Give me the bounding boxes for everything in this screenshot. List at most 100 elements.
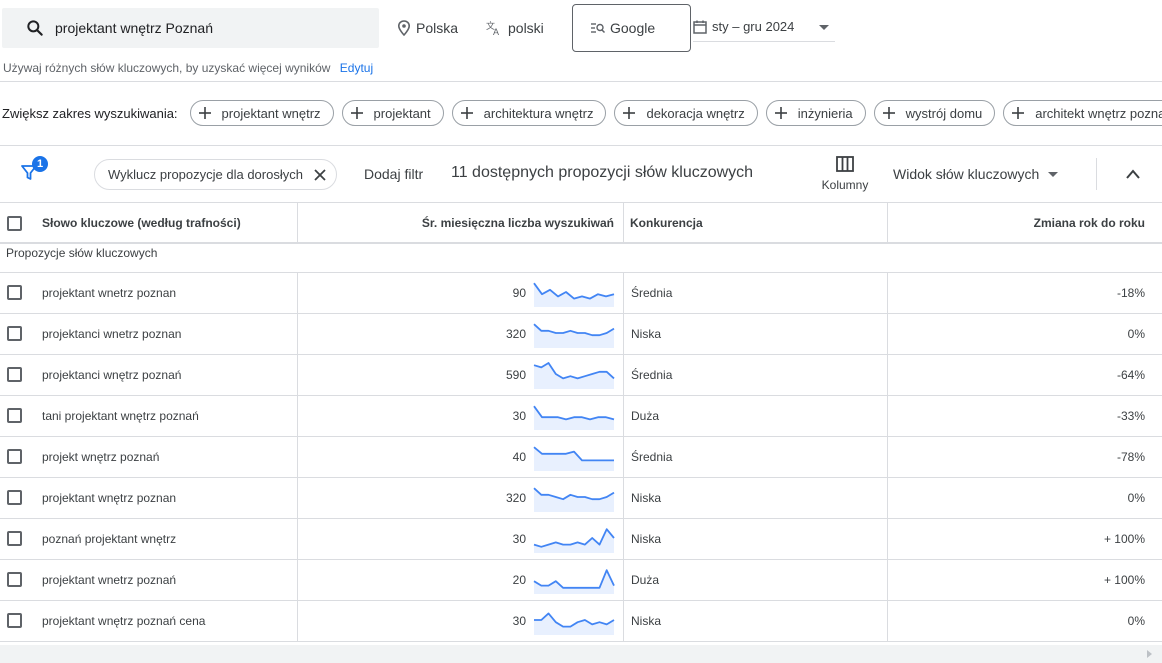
plus-icon (882, 107, 895, 119)
location-pin-icon (397, 20, 411, 36)
table-row[interactable]: projektanci wnętrz poznań 590 Średnia -64% (0, 355, 1162, 396)
keyword-cell: projektant wnętrz poznań cena (42, 614, 206, 628)
chip-label: architektura wnętrz (483, 105, 594, 121)
row-checkbox[interactable] (7, 408, 22, 423)
broaden-label: Zwiększ zakres wyszukiwania: (2, 105, 178, 121)
keyword-cell: projektant wnetrz poznan (42, 286, 177, 300)
row-checkbox[interactable] (7, 490, 22, 505)
table-row[interactable]: projektant wnętrz poznan 320 Niska 0% (0, 478, 1162, 519)
broaden-search-bar: Zwiększ zakres wyszukiwania: projektant … (2, 100, 1162, 126)
competition-cell: Niska (631, 491, 662, 505)
date-range-selector[interactable]: sty – gru 2024 (693, 12, 835, 42)
language-selector[interactable]: 文A polski (486, 20, 544, 36)
search-engine-label: Google (610, 20, 656, 36)
trend-sparkline (533, 405, 615, 430)
edit-link[interactable]: Edytuj (340, 61, 373, 75)
column-separator (887, 478, 888, 519)
trend-sparkline (533, 487, 615, 512)
table-row[interactable]: projektant wnętrz poznań cena 30 Niska 0% (0, 601, 1162, 642)
volume-cell: 90 (512, 286, 526, 300)
divider (0, 81, 1162, 82)
row-checkbox[interactable] (7, 572, 22, 587)
column-separator (297, 202, 298, 244)
keyword-cell: projektant wnętrz poznan (42, 491, 177, 505)
chip-label: dekoracja wnętrz (646, 105, 745, 121)
search-query: projektant wnętrz Poznań (55, 20, 213, 36)
columns-button[interactable]: Kolumny (818, 156, 872, 192)
column-separator (623, 273, 624, 314)
header-volume[interactable]: Śr. miesięczna liczba wyszukiwań (298, 203, 614, 243)
broaden-chip[interactable]: dekoracja wnętrz (614, 100, 758, 126)
search-input[interactable]: projektant wnętrz Poznań (2, 8, 379, 48)
column-separator (297, 478, 298, 519)
column-separator (887, 202, 888, 244)
trend-sparkline (533, 528, 615, 553)
column-separator (887, 601, 888, 642)
active-filter-label: Wyklucz propozycje dla dorosłych (108, 167, 303, 182)
broaden-chip[interactable]: inżynieria (765, 100, 866, 126)
trend-sparkline (533, 446, 614, 471)
active-filter-chip[interactable]: Wyklucz propozycje dla dorosłych (94, 159, 337, 190)
divider (1096, 158, 1097, 190)
add-filter-button[interactable]: Dodaj filtr (364, 166, 423, 182)
row-checkbox[interactable] (7, 613, 22, 628)
table-row[interactable]: projektant wnetrz poznan 90 Średnia -18% (0, 273, 1162, 314)
select-all-checkbox[interactable] (7, 215, 22, 231)
row-checkbox[interactable] (7, 531, 22, 546)
column-separator (297, 273, 298, 314)
view-selector[interactable]: Widok słów kluczowych (893, 166, 1059, 182)
location-selector[interactable]: Polska (397, 20, 458, 36)
keyword-cell: tani projektant wnętrz poznań (42, 409, 199, 423)
close-icon[interactable] (313, 168, 327, 182)
volume-cell: 30 (512, 532, 526, 546)
column-separator (297, 519, 298, 560)
volume-cell: 320 (505, 327, 526, 341)
broaden-chip[interactable]: projektant wnętrz (189, 100, 334, 126)
broaden-chip[interactable]: projektant (341, 100, 444, 126)
scroll-right-icon[interactable] (1147, 650, 1152, 658)
row-checkbox[interactable] (7, 449, 22, 464)
competition-cell: Średnia (631, 450, 673, 464)
top-bar: projektant wnętrz Poznań Polska 文A polsk… (0, 0, 1162, 56)
search-engine-selector[interactable]: Google (572, 4, 691, 52)
row-checkbox[interactable] (7, 285, 22, 300)
table-row[interactable]: projektanci wnetrz poznan 320 Niska 0% (0, 314, 1162, 355)
sparkline-area (534, 488, 614, 512)
trend-sparkline (533, 569, 615, 594)
header-competition[interactable]: Konkurencja (630, 203, 703, 243)
translate-icon: 文A (486, 20, 499, 36)
group-label: Propozycje słów kluczowych (0, 244, 1162, 273)
date-range-label: sty – gru 2024 (712, 19, 795, 34)
volume-cell: 20 (512, 573, 526, 587)
row-checkbox[interactable] (7, 326, 22, 341)
column-separator (887, 273, 888, 314)
header-keyword[interactable]: Słowo kluczowe (według trafności) (42, 203, 241, 243)
chip-label: wystrój domu (905, 105, 983, 121)
table-row[interactable]: projekt wnętrz poznań 40 Średnia -78% (0, 437, 1162, 478)
keyword-cell: poznań projektant wnętrz (42, 532, 177, 546)
broaden-chip[interactable]: architekt wnętrz poznań (1003, 100, 1162, 126)
table-row[interactable]: poznań projektant wnętrz 30 Niska + 100% (0, 519, 1162, 560)
sparkline-area (534, 363, 614, 389)
plus-icon (460, 107, 473, 119)
table-row[interactable]: projektant wnetrz poznań 20 Duża + 100% (0, 560, 1162, 601)
chip-label: inżynieria (797, 105, 853, 121)
broaden-chip[interactable]: architektura wnętrz (451, 100, 607, 126)
volume-cell: 320 (505, 491, 526, 505)
broaden-chip[interactable]: wystrój domu (873, 100, 996, 126)
plus-icon (1012, 107, 1025, 119)
hint-text: Używaj różnych słów kluczowych, by uzysk… (3, 61, 331, 75)
column-separator (623, 314, 624, 355)
chevron-up-icon[interactable] (1125, 168, 1141, 180)
table-header: Słowo kluczowe (według trafności) Śr. mi… (0, 202, 1162, 244)
yoy-cell: + 100% (1103, 532, 1145, 546)
competition-cell: Niska (631, 532, 662, 546)
location-label: Polska (416, 20, 459, 36)
table-row[interactable]: tani projektant wnętrz poznań 30 Duża -33% (0, 396, 1162, 437)
row-checkbox[interactable] (7, 367, 22, 382)
column-separator (297, 355, 298, 396)
yoy-cell: 0% (1127, 491, 1145, 505)
header-yoy[interactable]: Zmiana rok do roku (888, 203, 1145, 243)
filter-count-badge: 1 (32, 156, 48, 172)
horizontal-scrollbar[interactable] (0, 645, 1162, 663)
